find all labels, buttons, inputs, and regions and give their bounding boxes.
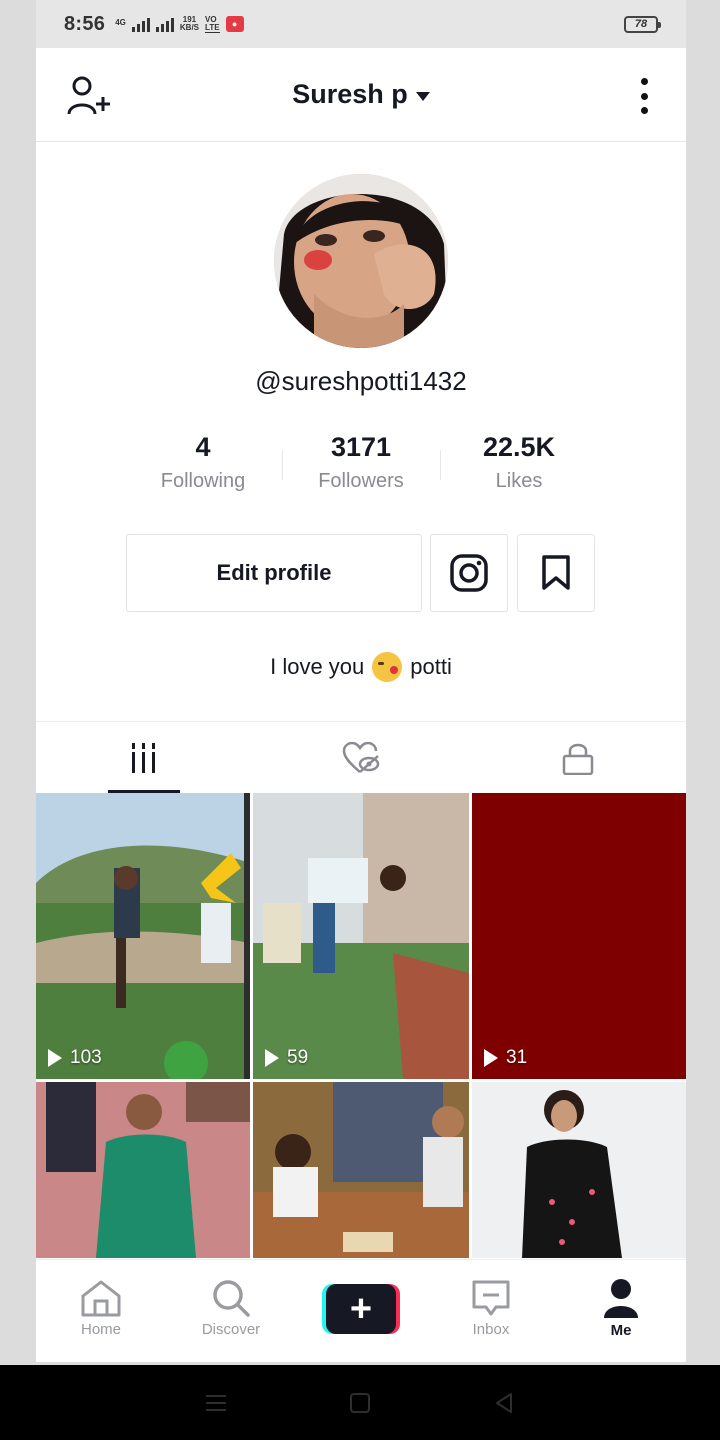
create-button[interactable]: + (322, 1284, 400, 1334)
status-time: 8:56 (64, 12, 106, 35)
search-icon (213, 1279, 250, 1317)
lock-icon (562, 743, 593, 775)
video-thumbnail-image (36, 793, 250, 1079)
back-icon[interactable] (492, 1391, 516, 1415)
stat-followers[interactable]: 3171 Followers (282, 430, 440, 502)
video-thumbnail[interactable] (36, 1082, 250, 1258)
video-thumbnail[interactable]: 59 (253, 793, 469, 1079)
avatar[interactable] (274, 174, 448, 348)
video-thumbnail-image (253, 1082, 469, 1258)
tab-videos[interactable] (36, 722, 253, 793)
profile-tabs (36, 721, 686, 793)
videos-grid-icon (132, 742, 156, 773)
profile-header: Suresh p (36, 48, 686, 142)
more-vertical-icon[interactable] (638, 78, 650, 114)
add-user-icon[interactable] (66, 74, 112, 118)
bio-text-start: I love you (270, 654, 365, 679)
bio-text-end: potti (410, 654, 452, 679)
volte-icon: VO LTE (205, 14, 220, 33)
status-icons: 4G 191 KB/S VO LTE ● (115, 14, 244, 33)
stat-value: 4 (195, 432, 211, 462)
video-thumbnail[interactable]: 103 (36, 793, 250, 1079)
liked-hidden-icon (342, 741, 380, 773)
nav-inbox[interactable]: Inbox (426, 1260, 556, 1362)
video-thumbnail[interactable] (253, 1082, 469, 1258)
battery-icon: 78 (624, 15, 661, 33)
stat-likes[interactable]: 22.5K Likes (440, 430, 598, 502)
stat-label: Followers (318, 470, 404, 492)
video-thumbnail-image (36, 1082, 250, 1258)
system-nav-bar (0, 1365, 720, 1440)
home-square-icon[interactable] (348, 1391, 372, 1415)
view-count: 59 (265, 1047, 308, 1069)
network-speed: 191 KB/S (179, 15, 200, 32)
inbox-icon (472, 1280, 510, 1315)
screen-record-icon: ● (225, 16, 244, 32)
nav-label: Discover (201, 1320, 261, 1338)
video-grid: 103 59 31 (36, 793, 686, 1259)
stat-label: Likes (495, 470, 543, 492)
nav-home[interactable]: Home (36, 1260, 166, 1362)
favorites-button[interactable] (517, 534, 595, 612)
page-title: Suresh p (292, 79, 408, 109)
instagram-button[interactable] (430, 534, 508, 612)
nav-create[interactable]: + (296, 1260, 426, 1362)
network-type: 4G (115, 17, 126, 27)
profile-username: @sureshpotti1432 (255, 366, 467, 396)
video-thumbnail-image (472, 1082, 686, 1258)
nav-discover[interactable]: Discover (166, 1260, 296, 1362)
nav-label: Me (610, 1321, 632, 1339)
chevron-down-icon (415, 92, 430, 101)
status-bar: 8:56 4G 191 KB/S VO LTE ● 78 (36, 0, 686, 48)
home-icon (81, 1280, 121, 1316)
person-icon (604, 1278, 638, 1318)
video-thumbnail[interactable]: 31 (472, 793, 686, 1079)
signal-icon (131, 16, 150, 32)
account-switcher[interactable]: Suresh p (292, 79, 430, 110)
stat-value: 3171 (330, 432, 392, 462)
view-count: 103 (48, 1047, 102, 1069)
menu-icon[interactable] (204, 1393, 228, 1413)
video-thumbnail-image (253, 793, 469, 1079)
tab-private[interactable] (469, 722, 686, 793)
nav-label: Home (80, 1320, 121, 1338)
view-count: 31 (484, 1047, 527, 1069)
bookmark-icon (542, 555, 570, 590)
profile-stats: 4 Following 3171 Followers 22.5K Likes (124, 430, 598, 502)
stat-following[interactable]: 4 Following (124, 430, 282, 502)
profile-bio: I love you potti (36, 652, 686, 682)
video-thumbnail[interactable] (472, 1082, 686, 1258)
nav-label: Inbox (472, 1320, 510, 1338)
nav-me[interactable]: Me (556, 1260, 686, 1362)
plus-icon: + (326, 1284, 396, 1334)
instagram-icon (450, 554, 488, 592)
edit-profile-button[interactable]: Edit profile (126, 534, 422, 612)
play-icon (265, 1049, 279, 1067)
tab-liked[interactable] (253, 722, 470, 793)
bottom-nav: Home Discover + Inbox Me (36, 1259, 686, 1362)
signal-icon-2 (155, 16, 174, 32)
play-icon (48, 1049, 62, 1067)
app-window: 8:56 4G 191 KB/S VO LTE ● 78 Suresh p @s… (36, 0, 686, 1362)
kiss-emoji-icon (372, 652, 403, 682)
stat-label: Following (160, 470, 246, 492)
play-icon (484, 1049, 498, 1067)
stat-value: 22.5K (482, 432, 556, 462)
